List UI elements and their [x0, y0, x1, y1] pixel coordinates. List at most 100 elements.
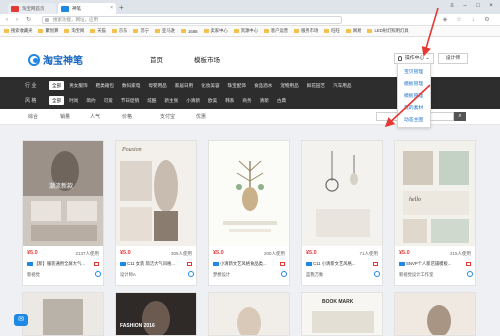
sort-popularity[interactable]: 人气 — [90, 113, 100, 120]
favorite-icon[interactable] — [467, 271, 473, 277]
designer-name[interactable]: 蓝我万象 — [306, 271, 380, 278]
template-card[interactable]: Pousion ¥5.0 305人使用 C11 女装 简洁大气风格... 设计师… — [115, 140, 197, 286]
sort-discount[interactable]: 优惠 — [196, 113, 206, 120]
bookmark-item[interactable]: 卖家中心 — [203, 28, 228, 34]
bookmark-item[interactable]: 天猫 — [90, 28, 106, 34]
new-tab-button[interactable]: + — [119, 3, 124, 13]
template-title[interactable]: SNVP个人新店铺模板... — [399, 261, 473, 267]
template-thumbnail[interactable]: Pousion — [116, 141, 196, 246]
filter-option[interactable]: 全部 — [49, 96, 65, 105]
menu-item-my-materials[interactable]: 我的素材 — [398, 103, 430, 115]
refresh-icon[interactable]: ↻ — [26, 14, 31, 26]
designer-name[interactable]: 新视觉设计工作室 — [399, 271, 473, 278]
bookmark-item[interactable]: 搜索收藏夹 — [4, 28, 32, 34]
filter-option[interactable]: 食品酒水 — [251, 81, 275, 90]
template-card[interactable] — [394, 292, 476, 336]
template-title[interactable]: C11 女装 简洁大气风格... — [120, 261, 194, 267]
sort-alipay[interactable]: 支付宝 — [160, 113, 175, 120]
menu-item-template-management[interactable]: 模板管理 — [398, 79, 430, 91]
maximize-icon[interactable]: □ — [473, 1, 483, 11]
bookmark-item[interactable]: 1688 — [180, 29, 198, 34]
menu-item-dynamic-main-image[interactable]: 动态主图 — [398, 115, 430, 127]
template-card[interactable]: BOOK MARK — [301, 292, 383, 336]
filter-option[interactable]: 汽车用品 — [330, 81, 354, 90]
nav-home[interactable]: 首页 — [150, 54, 163, 64]
template-card[interactable]: ¥5.0 200人使用 小清新文艺风格食品类... 梦想设计 — [208, 140, 290, 286]
filter-option[interactable]: 家居日用 — [172, 81, 196, 90]
bookmark-item[interactable]: 网易 — [345, 28, 361, 34]
url-input[interactable]: 搜索功能，网址，应用 — [42, 16, 342, 24]
site-logo[interactable]: 淘宝神笔 — [28, 52, 83, 67]
template-title[interactable]: 【新】服装通用全屏大气... — [27, 261, 101, 267]
sort-price[interactable]: 价格 — [122, 113, 132, 120]
template-card[interactable] — [208, 292, 290, 336]
template-card[interactable]: hello ¥5.0 215人使用 SNVP个人新店铺模板... 新视觉设计工作… — [394, 140, 476, 286]
template-card[interactable]: FASHION 2016 — [115, 292, 197, 336]
bookmark-item[interactable]: LED射灯照明灯具 — [367, 28, 409, 34]
filter-option[interactable]: 清新 — [257, 96, 272, 105]
filter-option[interactable]: 数码家电 — [119, 81, 143, 90]
bookmark-item[interactable]: 聚划算 — [38, 28, 58, 34]
filter-option[interactable]: 简约 — [83, 96, 98, 105]
designer-name[interactable]: 梦想设计 — [213, 271, 287, 278]
favorite-icon[interactable] — [374, 271, 380, 277]
filter-option[interactable]: 商务 — [239, 96, 254, 105]
menu-item-template-management-2[interactable]: 模板管理 — [398, 91, 430, 103]
sort-sales[interactable]: 销量 — [60, 113, 70, 120]
bookmark-item[interactable]: 苏宁 — [133, 28, 149, 34]
designer-name[interactable]: 新视觉 — [27, 271, 101, 278]
filter-option[interactable]: 男女服饰 — [66, 81, 90, 90]
close-icon[interactable]: × — [110, 3, 113, 14]
filter-option[interactable]: 母婴用品 — [145, 81, 169, 90]
bookmark-item[interactable]: 亚马逊 — [155, 28, 175, 34]
favorite-icon[interactable] — [95, 271, 101, 277]
filter-option[interactable]: 新主张 — [161, 96, 181, 105]
extension-icon[interactable]: ◈ — [440, 15, 450, 25]
download-icon[interactable]: ↓ — [468, 15, 478, 25]
star-icon[interactable]: ☆ — [454, 15, 464, 25]
close-window-icon[interactable]: × — [486, 1, 496, 11]
filter-option[interactable]: 炫酷 — [144, 96, 159, 105]
filter-option[interactable]: 时尚 — [66, 96, 81, 105]
browser-tab-active[interactable]: 神笔 × — [58, 3, 116, 14]
template-card[interactable] — [22, 292, 104, 336]
filter-option[interactable]: 宠物用品 — [277, 81, 301, 90]
search-icon[interactable]: ⌕ — [454, 112, 466, 121]
filter-option[interactable]: 节日促销 — [118, 96, 142, 105]
filter-option[interactable]: 珠宝配饰 — [225, 81, 249, 90]
filter-option[interactable]: 鲜花园艺 — [304, 81, 328, 90]
menu-item-product-management[interactable]: 宝贝管理 — [398, 67, 430, 79]
bookmark-item[interactable]: 服务市场 — [294, 28, 318, 34]
filter-option[interactable]: 可爱 — [101, 96, 116, 105]
sort-comprehensive[interactable]: 综合 — [28, 113, 38, 120]
designer-button[interactable]: 设计师 — [438, 53, 468, 64]
filter-option[interactable]: 欧美 — [205, 96, 220, 105]
bookmark-item[interactable]: 资源中心 — [233, 28, 258, 34]
bookmark-item[interactable]: 淘宝网 — [64, 28, 84, 34]
template-thumbnail[interactable] — [209, 141, 289, 246]
filter-option[interactable]: 化妆美容 — [198, 81, 222, 90]
template-title[interactable]: 小清新文艺风格食品类... — [213, 261, 287, 267]
forward-icon[interactable]: › — [16, 14, 18, 26]
template-title[interactable]: C11 小清新文艺风格... — [306, 261, 380, 267]
template-thumbnail[interactable] — [302, 141, 382, 246]
filter-option[interactable]: 小清新 — [183, 96, 203, 105]
bookmark-item[interactable]: 旺旺 — [324, 28, 340, 34]
favorite-icon[interactable] — [281, 271, 287, 277]
template-card[interactable]: 潮流新款 ¥5.0 2137人使用 【新】服装通用全屏大气... 新视觉 — [22, 140, 104, 286]
minimize-icon[interactable]: – — [460, 1, 470, 11]
bookmark-item[interactable]: 客户运营 — [263, 28, 288, 34]
settings-icon[interactable]: ⚙ — [482, 15, 492, 25]
favorite-icon[interactable] — [188, 271, 194, 277]
filter-option[interactable]: 鞋类箱包 — [93, 81, 117, 90]
template-thumbnail[interactable]: hello — [395, 141, 475, 246]
chat-icon[interactable]: ✉ — [14, 314, 28, 326]
template-card[interactable]: ¥5.0 71人使用 C11 小清新文艺风格... 蓝我万象 — [301, 140, 383, 286]
template-thumbnail[interactable]: 潮流新款 — [23, 141, 103, 246]
menu-icon[interactable]: ≡ — [447, 1, 457, 11]
filter-option[interactable]: 韩系 — [222, 96, 237, 105]
filter-option[interactable]: 古典 — [274, 96, 289, 105]
back-icon[interactable]: ‹ — [6, 14, 8, 26]
browser-tab[interactable]: 淘宝网首页 — [8, 3, 56, 14]
bookmark-item[interactable]: 京东 — [111, 28, 127, 34]
